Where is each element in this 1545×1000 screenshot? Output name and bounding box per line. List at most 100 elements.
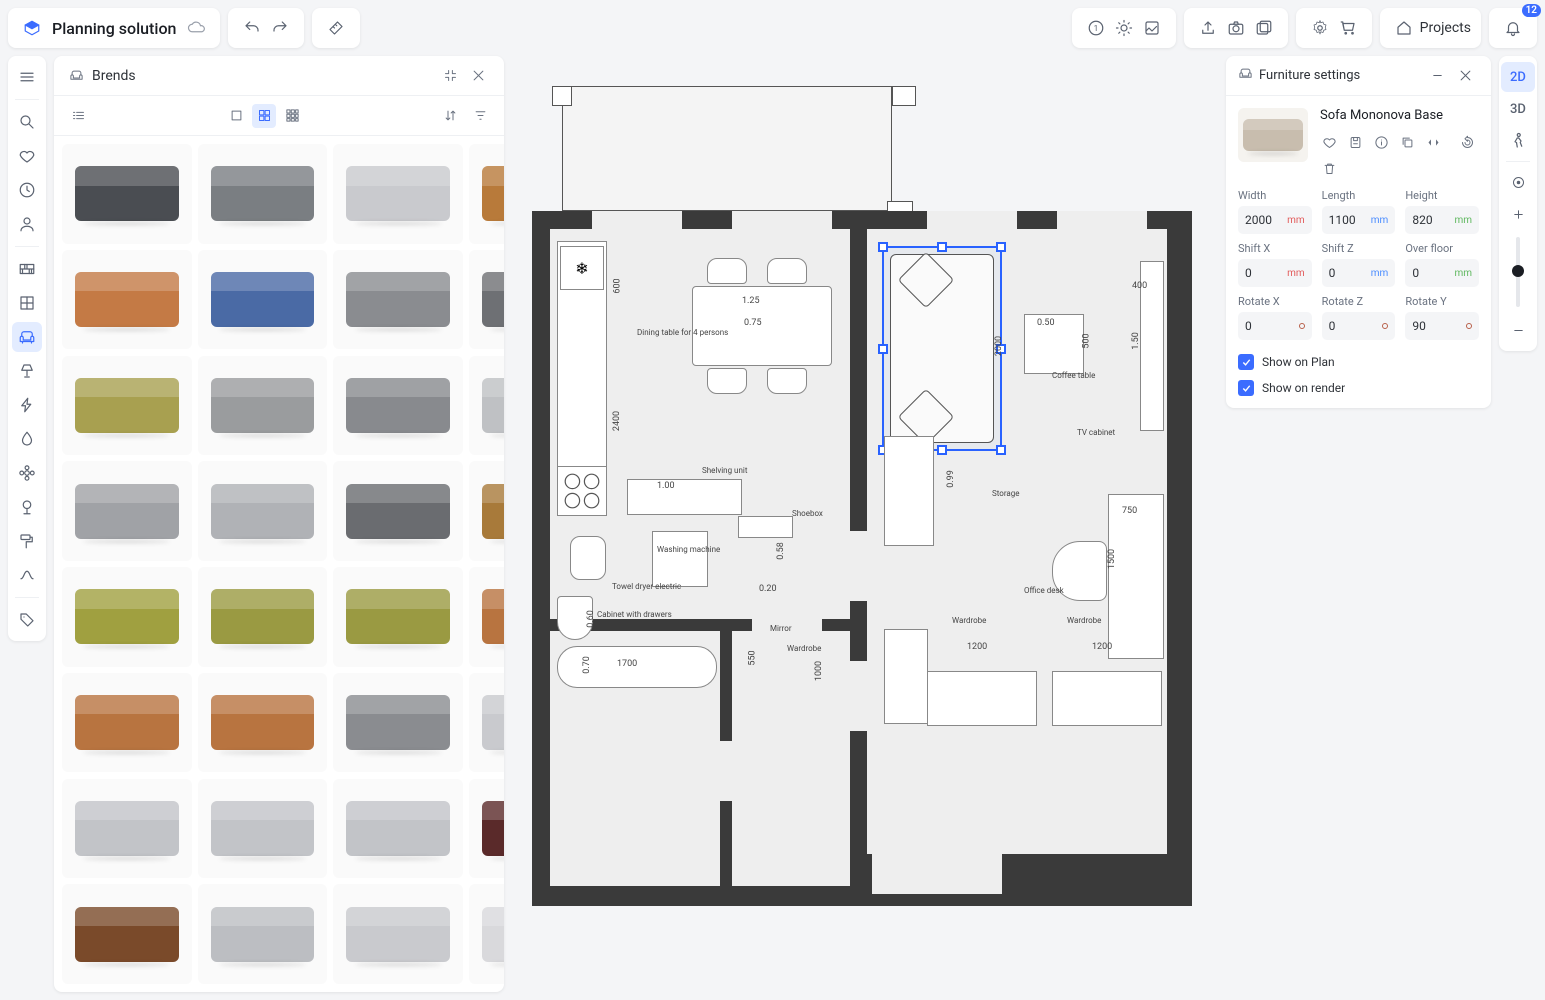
dining-table[interactable] (692, 286, 832, 366)
catalog-item[interactable] (333, 884, 463, 984)
copy-icon[interactable] (1398, 133, 1416, 151)
rail-search[interactable] (12, 107, 42, 137)
rail-decoration[interactable] (12, 458, 42, 488)
washing-machine[interactable] (652, 531, 708, 587)
catalog-item[interactable] (198, 567, 328, 667)
share-icon[interactable] (1194, 14, 1222, 42)
catalog-item[interactable] (333, 673, 463, 773)
prop-input-rotate-x[interactable] (1238, 312, 1312, 340)
prop-input-shift-z[interactable]: mm (1322, 259, 1396, 287)
zoom-out-icon[interactable] (1501, 315, 1535, 345)
rail-walls[interactable] (12, 254, 42, 284)
zoom-slider[interactable] (1516, 237, 1520, 307)
view-2d-button[interactable]: 2D (1501, 62, 1535, 92)
stove[interactable] (557, 466, 607, 516)
catalog-item[interactable] (198, 461, 328, 561)
zoom-in-icon[interactable] (1501, 199, 1535, 229)
hall-wardrobe[interactable] (884, 629, 928, 724)
favorite-icon[interactable] (1320, 133, 1338, 151)
rail-favorites[interactable] (12, 141, 42, 171)
catalog-item[interactable] (469, 461, 504, 561)
catalog-item[interactable] (62, 884, 192, 984)
home-icon[interactable] (1390, 14, 1418, 42)
view-grid-icon[interactable] (252, 104, 276, 128)
view-3d-button[interactable]: 3D (1501, 94, 1535, 124)
show-on-render-checkbox[interactable]: Show on render (1238, 380, 1479, 396)
prop-input-rotate-y[interactable] (1405, 312, 1479, 340)
catalog-item[interactable] (469, 884, 504, 984)
catalog-item[interactable] (333, 461, 463, 561)
collapse-icon[interactable] (1423, 62, 1451, 90)
close-settings-icon[interactable] (1451, 62, 1479, 90)
shoebox[interactable] (738, 516, 793, 538)
catalog-item[interactable] (62, 567, 192, 667)
gallery-icon[interactable] (1250, 14, 1278, 42)
catalog-item[interactable] (62, 250, 192, 350)
prop-input-length[interactable]: mm (1322, 206, 1396, 234)
chair[interactable] (767, 258, 807, 284)
view-small-icon[interactable] (280, 104, 304, 128)
catalog-item[interactable] (62, 356, 192, 456)
catalog-item[interactable] (198, 250, 328, 350)
rail-tags[interactable] (12, 605, 42, 635)
catalog-item[interactable] (469, 673, 504, 773)
catalog-item[interactable] (469, 250, 504, 350)
catalog-item[interactable] (333, 567, 463, 667)
rail-lighting[interactable] (12, 356, 42, 386)
minimize-icon[interactable] (436, 62, 464, 90)
rail-menu[interactable] (12, 62, 42, 92)
view-large-icon[interactable] (224, 104, 248, 128)
filter-icon[interactable] (468, 104, 492, 128)
rail-electrical[interactable] (12, 390, 42, 420)
quality-icon[interactable]: 1 (1082, 14, 1110, 42)
catalog-item[interactable] (62, 461, 192, 561)
selected-sofa[interactable] (882, 246, 1002, 451)
reset-icon[interactable] (1458, 133, 1476, 151)
notifications-bell-icon[interactable] (1499, 14, 1527, 42)
close-icon[interactable] (464, 62, 492, 90)
catalog-item[interactable] (333, 779, 463, 879)
catalog-item[interactable] (469, 356, 504, 456)
catalog-item[interactable] (198, 673, 328, 773)
rail-furniture[interactable] (12, 322, 42, 352)
canvas[interactable]: ❄ (512, 56, 1217, 992)
wardrobe[interactable] (1052, 671, 1162, 726)
catalog-item[interactable] (198, 356, 328, 456)
catalog-item[interactable] (333, 250, 463, 350)
rail-paths[interactable] (12, 560, 42, 590)
office-desk[interactable] (1108, 494, 1164, 659)
prop-input-rotate-z[interactable] (1322, 312, 1396, 340)
rail-tools[interactable] (12, 526, 42, 556)
flip-icon[interactable] (1424, 133, 1442, 151)
settings-gear-icon[interactable] (1306, 14, 1334, 42)
wardrobe[interactable] (927, 671, 1037, 726)
camera-icon[interactable] (1222, 14, 1250, 42)
save-icon[interactable] (1346, 133, 1364, 151)
rail-plumbing[interactable] (12, 424, 42, 454)
info-icon[interactable] (1372, 133, 1390, 151)
catalog-item[interactable] (198, 884, 328, 984)
list-toggle-icon[interactable] (66, 104, 90, 128)
floorplan[interactable]: ❄ (532, 86, 1192, 906)
rail-rooms[interactable] (12, 288, 42, 318)
storage[interactable] (884, 436, 934, 546)
catalog-item[interactable] (333, 144, 463, 244)
prop-input-height[interactable]: mm (1405, 206, 1479, 234)
catalog-item[interactable] (469, 144, 504, 244)
rail-plants[interactable] (12, 492, 42, 522)
chair[interactable] (707, 258, 747, 284)
ruler-icon[interactable] (322, 14, 350, 42)
catalog-item[interactable] (62, 144, 192, 244)
prop-input-over-floor[interactable]: mm (1405, 259, 1479, 287)
catalog-item[interactable] (333, 356, 463, 456)
undo-button[interactable] (238, 14, 266, 42)
projects-link[interactable]: Projects (1420, 20, 1471, 36)
show-on-plan-checkbox[interactable]: Show on Plan (1238, 354, 1479, 370)
catalog-item[interactable] (469, 779, 504, 879)
cart-icon[interactable] (1334, 14, 1362, 42)
walk-icon[interactable] (1501, 126, 1535, 156)
sun-icon[interactable] (1110, 14, 1138, 42)
export-image-icon[interactable] (1138, 14, 1166, 42)
sort-icon[interactable] (438, 104, 462, 128)
catalog-item[interactable] (62, 673, 192, 773)
